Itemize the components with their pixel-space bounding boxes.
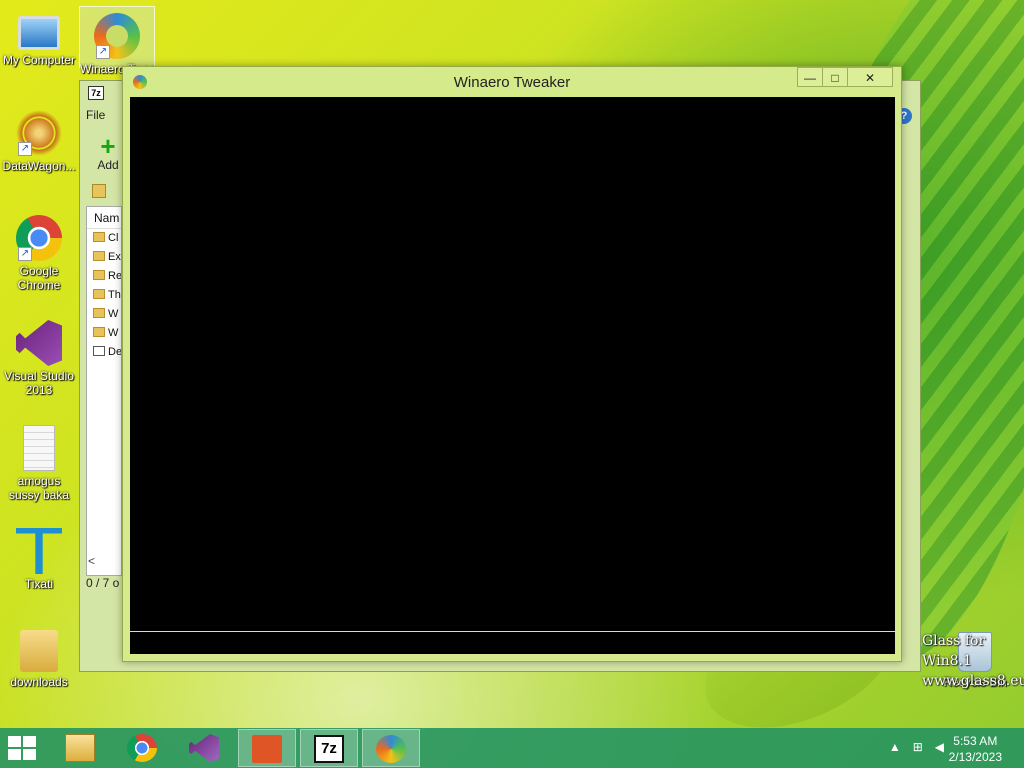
clock-date: 2/13/2023 <box>948 750 1002 764</box>
window-title: Winaero Tweaker <box>453 74 571 91</box>
desktop-icon-tixati[interactable]: Tixati <box>0 528 78 591</box>
chrome-icon: ↗ <box>16 215 62 261</box>
folder-icon <box>93 232 105 242</box>
add-button[interactable]: + Add <box>94 131 122 172</box>
list-item[interactable]: Cl <box>87 229 121 248</box>
desktop-icon-label: downloads <box>10 675 68 689</box>
show-hidden-icons-button[interactable]: ▲ <box>889 740 901 754</box>
watermark-line: Glass for Win8.1 <box>922 633 986 669</box>
winaero-icon: ↗ <box>94 13 140 59</box>
desktop-icon-label: Visual Studio 2013 <box>4 369 74 397</box>
computer-icon <box>18 16 60 50</box>
file-icon <box>93 346 105 356</box>
glass8-watermark: Glass for Win8.1 www.glass8.eu <box>922 631 1024 691</box>
desktop-icon-downloads[interactable]: downloads <box>0 630 78 689</box>
tixati-icon <box>16 528 62 574</box>
desktop-icon-label: Tixati <box>24 577 54 591</box>
volume-icon[interactable]: ◀ <box>935 740 944 754</box>
taskbar-visual-studio[interactable] <box>176 729 234 767</box>
chrome-icon <box>127 734 157 762</box>
taskbar-file-explorer[interactable] <box>52 729 110 767</box>
desktop-icon-label: My Computer <box>2 53 76 67</box>
desktop-icon-label: amogus sussy baka <box>8 474 70 502</box>
text-document-icon <box>23 425 55 471</box>
scroll-left-button[interactable]: < <box>88 554 95 568</box>
sevenzip-title-icon: 7z <box>88 86 104 100</box>
window-client-area[interactable] <box>130 97 895 654</box>
shortcut-arrow-icon: ↗ <box>96 45 110 59</box>
taskbar-winaero[interactable] <box>362 729 420 767</box>
desktop-icon-text-file[interactable]: amogus sussy baka <box>0 425 78 502</box>
folder-icon <box>93 289 105 299</box>
desktop-icon-visual-studio[interactable]: Visual Studio 2013 <box>0 320 78 397</box>
add-button-label: Add <box>97 158 119 172</box>
status-bar: 0 / 7 o <box>86 576 120 590</box>
winaero-window[interactable]: Winaero Tweaker — □ ✕ <box>122 66 902 662</box>
clock[interactable]: 5:53 AM 2/13/2023 <box>949 733 1002 765</box>
folder-icon <box>20 630 58 672</box>
file-list[interactable]: Nam Cl Ex Re Th W W De <box>86 206 122 576</box>
watermark-line: www.glass8.eu <box>922 673 1024 689</box>
list-item[interactable]: Ex <box>87 248 121 267</box>
list-item[interactable]: Re <box>87 267 121 286</box>
clock-time: 5:53 AM <box>953 734 998 748</box>
visual-studio-icon <box>16 320 62 366</box>
start-button[interactable] <box>8 736 38 760</box>
folder-icon <box>93 327 105 337</box>
desktop-icon-label: Google Chrome <box>17 264 61 292</box>
list-item[interactable]: De <box>87 343 121 362</box>
taskbar: 7z ▲ ⊞ ◀ 5:53 AM 2/13/2023 <box>0 728 1024 768</box>
desktop-icon-datawagon[interactable]: ↗ DataWagon... <box>0 110 78 173</box>
title-bar[interactable]: Winaero Tweaker — □ ✕ <box>123 67 901 97</box>
list-item[interactable]: Th <box>87 286 121 305</box>
taskbar-7zip[interactable]: 7z <box>300 729 358 767</box>
system-tray: ▲ ⊞ ◀ <box>889 740 944 754</box>
list-item[interactable]: W <box>87 305 121 324</box>
desktop-icon-label: DataWagon... <box>2 159 76 173</box>
maximize-button[interactable]: □ <box>822 67 848 87</box>
folder-icon <box>93 308 105 318</box>
visual-studio-icon <box>189 734 219 762</box>
taskbar-chrome[interactable] <box>114 729 172 767</box>
minimize-button[interactable]: — <box>797 67 823 87</box>
shortcut-arrow-icon: ↗ <box>18 247 32 261</box>
7zip-icon: 7z <box>314 735 344 763</box>
desktop-icon-chrome[interactable]: ↗ Google Chrome <box>0 215 78 292</box>
add-plus-icon: + <box>100 131 116 161</box>
folder-icon <box>93 270 105 280</box>
list-item[interactable]: W <box>87 324 121 343</box>
network-icon[interactable]: ⊞ <box>913 740 923 754</box>
up-folder-icon[interactable] <box>92 184 106 198</box>
file-explorer-icon <box>65 734 95 762</box>
desktop-icon-winaero[interactable]: ↗ Winaero Tweaker <box>79 6 155 76</box>
people-icon <box>252 735 282 763</box>
divider <box>130 631 895 632</box>
column-header-name[interactable]: Nam <box>87 207 121 229</box>
taskbar-people[interactable] <box>238 729 296 767</box>
menu-file[interactable]: File <box>86 108 105 122</box>
desktop-icon-my-computer[interactable]: My Computer <box>0 10 78 67</box>
close-button[interactable]: ✕ <box>847 67 893 87</box>
folder-icon <box>93 251 105 261</box>
datawagon-icon: ↗ <box>16 110 62 156</box>
shortcut-arrow-icon: ↗ <box>18 142 32 156</box>
winaero-icon <box>376 735 406 763</box>
